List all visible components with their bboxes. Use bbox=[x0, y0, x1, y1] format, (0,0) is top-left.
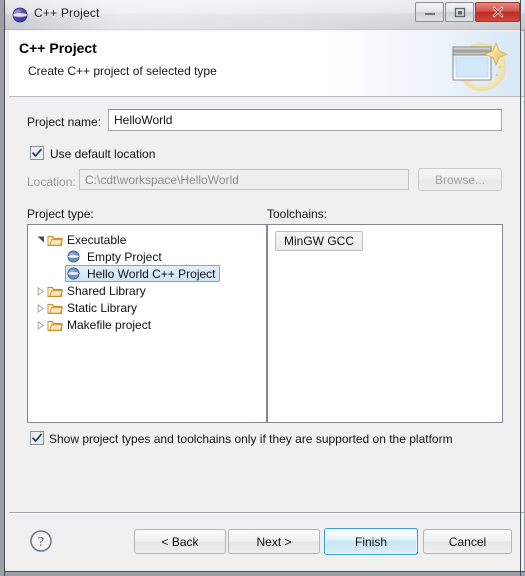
use-default-location-label: Use default location bbox=[50, 147, 155, 161]
tree-item-content[interactable]: Makefile project bbox=[47, 316, 151, 333]
tree-item-label: Executable bbox=[64, 233, 126, 247]
chevron-right-icon[interactable] bbox=[34, 299, 47, 316]
next-button[interactable]: Next > bbox=[228, 529, 320, 554]
wizard-subtitle: Create C++ project of selected type bbox=[28, 64, 217, 78]
sphere-icon bbox=[67, 265, 84, 282]
toolchain-item[interactable]: MinGW GCC bbox=[275, 231, 363, 251]
location-input[interactable] bbox=[79, 169, 409, 190]
show-supported-checkbox[interactable] bbox=[30, 431, 44, 450]
tree-item-selected[interactable]: Hello World C++ Project bbox=[65, 265, 220, 282]
footer-highlight-line bbox=[9, 513, 524, 514]
tree-item-content[interactable]: Executable bbox=[47, 231, 126, 248]
eclipse-sphere-icon bbox=[12, 7, 28, 23]
location-label: Location: bbox=[27, 175, 76, 189]
folder-icon bbox=[47, 316, 64, 333]
close-icon bbox=[476, 3, 519, 21]
tree-item-label: Static Library bbox=[64, 301, 137, 315]
tree-item-label: Shared Library bbox=[64, 284, 146, 298]
window-frame-left bbox=[4, 0, 5, 576]
tree-item-label: Hello World C++ Project bbox=[84, 267, 216, 281]
folder-icon bbox=[47, 231, 64, 248]
project-type-tree[interactable]: Executable Empty Project Hello World C++… bbox=[27, 224, 267, 423]
help-icon[interactable]: ? bbox=[29, 529, 53, 553]
close-button[interactable] bbox=[475, 2, 520, 22]
cpp-project-wizard-dialog: C++ Project bbox=[0, 0, 525, 576]
project-name-label: Project name: bbox=[27, 115, 101, 129]
project-type-label: Project type: bbox=[27, 207, 94, 221]
finish-button[interactable]: Finish bbox=[324, 528, 418, 555]
tree-spacer bbox=[54, 248, 67, 265]
minimize-button[interactable] bbox=[415, 2, 444, 22]
toolchains-list[interactable]: MinGW GCC bbox=[267, 224, 503, 423]
toolchains-label: Toolchains: bbox=[267, 207, 327, 221]
tree-spacer bbox=[54, 265, 67, 282]
folder-icon bbox=[47, 282, 64, 299]
tree-item[interactable]: Shared Library bbox=[34, 282, 266, 299]
maximize-button[interactable] bbox=[445, 2, 474, 22]
show-supported-label: Show project types and toolchains only i… bbox=[49, 432, 453, 446]
wizard-body: Project name: Use default location Locat… bbox=[9, 97, 524, 512]
chevron-right-icon[interactable] bbox=[34, 316, 47, 333]
window-frame-right bbox=[520, 0, 521, 576]
tree-item-label: Empty Project bbox=[84, 250, 162, 264]
chevron-right-icon[interactable] bbox=[34, 282, 47, 299]
minimize-icon bbox=[416, 3, 443, 21]
toolchain-item-label: MinGW GCC bbox=[284, 234, 354, 248]
tree-item[interactable]: Executable bbox=[34, 231, 266, 248]
tree-item[interactable]: Empty Project bbox=[34, 248, 266, 265]
cancel-button[interactable]: Cancel bbox=[423, 529, 512, 554]
tree-item-content[interactable]: Static Library bbox=[47, 299, 137, 316]
tree-item[interactable]: Makefile project bbox=[34, 316, 266, 333]
tree-item[interactable]: Static Library bbox=[34, 299, 266, 316]
maximize-icon bbox=[446, 3, 473, 21]
wizard-title: C++ Project bbox=[19, 40, 97, 56]
use-default-location-checkbox[interactable] bbox=[30, 146, 44, 165]
tree-item-content[interactable]: Shared Library bbox=[47, 282, 146, 299]
browse-button[interactable]: Browse... bbox=[418, 168, 502, 191]
dialog-footer: ? < Back Next > Finish Cancel bbox=[9, 512, 524, 571]
tree-item-content[interactable]: Empty Project bbox=[67, 248, 162, 265]
tree-item-label: Makefile project bbox=[64, 318, 151, 332]
back-button[interactable]: < Back bbox=[134, 529, 226, 554]
project-name-input[interactable] bbox=[108, 109, 502, 131]
folder-icon bbox=[47, 299, 64, 316]
window-titlebar[interactable]: C++ Project bbox=[4, 0, 525, 30]
wizard-header: C++ Project Create C++ project of select… bbox=[9, 31, 524, 97]
new-project-wizard-icon bbox=[448, 37, 510, 93]
sphere-icon bbox=[67, 248, 84, 265]
window-title: C++ Project bbox=[34, 6, 100, 20]
window-frame-bottom bbox=[4, 571, 525, 572]
tree-item[interactable]: Hello World C++ Project bbox=[34, 265, 266, 282]
chevron-down-icon[interactable] bbox=[34, 231, 47, 248]
svg-text:?: ? bbox=[38, 535, 44, 550]
